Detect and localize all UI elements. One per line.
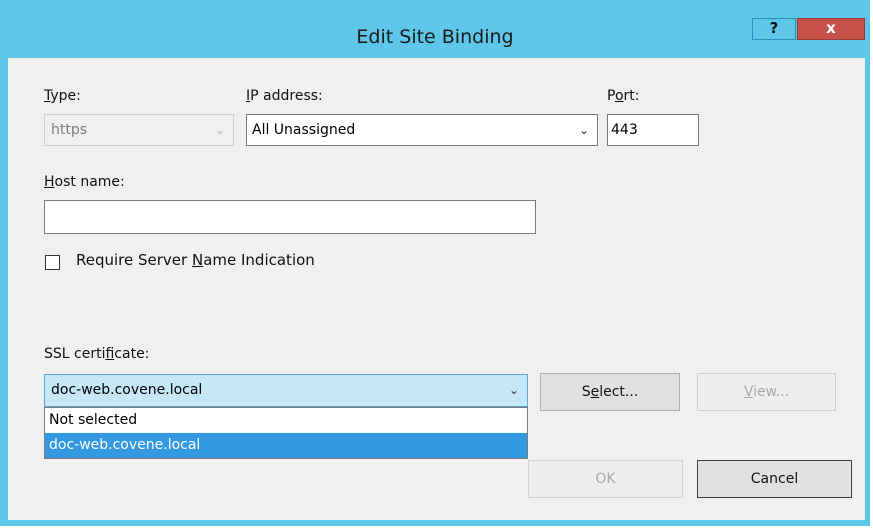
ssl-certificate-label: SSL certificate: (44, 346, 150, 362)
view-button[interactable]: View... (697, 373, 836, 411)
ok-button[interactable]: OK (528, 460, 683, 498)
ip-address-combobox[interactable]: All Unassigned ⌄ (246, 114, 598, 146)
ssl-certificate-dropdown-list: Not selected doc-web.covene.local (44, 407, 528, 459)
chevron-down-icon[interactable]: ⌄ (509, 375, 519, 406)
host-name-input[interactable] (44, 200, 536, 234)
dropdown-option-doc-web[interactable]: doc-web.covene.local (45, 433, 527, 458)
help-button[interactable]: ? (752, 18, 796, 40)
chevron-down-icon[interactable]: ⌄ (579, 115, 589, 145)
require-sni-label[interactable]: Require Server Name Indication (76, 251, 315, 269)
edit-site-binding-window: Edit Site Binding ? x Type: https ⌄ IP a… (0, 0, 870, 526)
host-name-label: Host name: (44, 174, 125, 190)
ssl-certificate-combobox[interactable]: doc-web.covene.local ⌄ (44, 374, 528, 407)
chevron-down-icon: ⌄ (214, 123, 225, 137)
title-bar[interactable]: Edit Site Binding ? x (0, 0, 870, 58)
window-title: Edit Site Binding (356, 26, 514, 48)
port-label: Port: (607, 88, 640, 104)
ip-address-label: IP address: (246, 88, 323, 104)
dropdown-option-not-selected[interactable]: Not selected (45, 408, 527, 433)
cancel-button[interactable]: Cancel (697, 460, 852, 498)
ip-address-value: All Unassigned (252, 122, 356, 138)
close-button[interactable]: x (797, 18, 865, 40)
type-combobox: https ⌄ (44, 114, 234, 146)
type-value: https (51, 122, 88, 138)
select-button[interactable]: Select... (540, 373, 680, 411)
type-label: Type: (44, 88, 81, 104)
port-input[interactable]: 443 (607, 114, 699, 146)
dialog-body: Type: https ⌄ IP address: All Unassigned… (8, 58, 865, 520)
ssl-certificate-value: doc-web.covene.local (51, 382, 203, 398)
require-sni-checkbox[interactable] (45, 255, 60, 270)
